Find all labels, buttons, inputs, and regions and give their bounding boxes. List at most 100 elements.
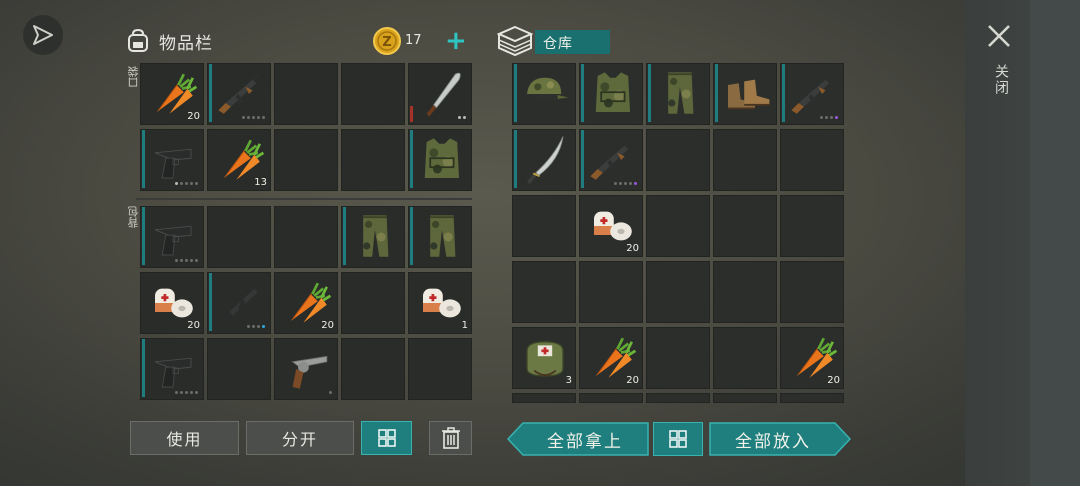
empty-slot[interactable] [274,129,338,191]
item-slot[interactable] [207,272,271,334]
item-slot[interactable] [579,129,643,191]
upgrade-dots [175,182,198,185]
send-icon [33,25,53,45]
empty-slot[interactable] [780,393,844,403]
delete-button[interactable] [429,421,472,455]
inventory-header: 物品栏 [125,28,213,54]
item-quantity: 20 [827,375,840,386]
medkit-bag-icon [526,341,564,377]
empty-slot[interactable] [207,206,271,268]
pistol-icon [154,225,192,256]
empty-slot[interactable] [579,261,643,323]
empty-slot[interactable] [713,195,777,257]
upgrade-dots [614,182,637,185]
item-slot[interactable]: 20 [579,195,643,257]
backpack-icon [128,28,148,52]
item-slot[interactable] [207,63,271,125]
empty-slot[interactable] [780,129,844,191]
empty-slot[interactable] [341,129,405,191]
split-button[interactable]: 分开 [246,421,354,455]
assault-rifle-icon [791,71,836,114]
pistol-icon [154,357,192,388]
sort-warehouse-button[interactable] [653,422,703,456]
camo-pants-icon [363,215,389,257]
item-slot[interactable] [579,63,643,125]
side-panel-edge [1030,0,1080,486]
item-slot[interactable]: 20 [579,327,643,389]
camo-vest-icon [595,72,630,112]
rifle-icon [220,280,263,323]
empty-slot[interactable] [713,327,777,389]
item-slot[interactable] [713,63,777,125]
empty-slot[interactable] [341,338,405,400]
item-slot[interactable] [341,206,405,268]
camo-vest-icon [424,138,459,178]
empty-slot[interactable] [274,63,338,125]
empty-slot[interactable] [646,393,710,403]
item-slot[interactable] [408,63,472,125]
item-slot[interactable]: 20 [780,327,844,389]
empty-slot[interactable] [713,129,777,191]
empty-slot[interactable] [408,338,472,400]
item-slot[interactable] [140,338,204,400]
item-slot[interactable]: 3 [512,327,576,389]
boots-icon [728,79,770,110]
item-slot[interactable] [140,206,204,268]
take-all-button[interactable] [507,422,649,456]
upgrade-dots [247,325,265,328]
empty-slot[interactable] [780,195,844,257]
item-slot[interactable] [780,63,844,125]
trash-icon [441,427,460,449]
item-slot[interactable] [512,63,576,125]
empty-slot[interactable] [512,261,576,323]
empty-slot[interactable] [646,129,710,191]
empty-slot[interactable] [780,261,844,323]
upgrade-dots [175,391,198,394]
warehouse-title: 仓库 [535,30,610,54]
item-slot[interactable] [408,129,472,191]
camo-pants-icon [668,72,694,114]
send-button[interactable] [23,15,63,55]
coin-icon: Z [373,27,401,55]
item-slot[interactable]: 20 [274,272,338,334]
item-slot[interactable] [274,338,338,400]
coin-count: 17 [405,33,422,48]
empty-slot[interactable] [646,327,710,389]
inventory-title: 物品栏 [159,33,213,54]
sort-inventory-button[interactable] [361,421,412,455]
item-slot[interactable] [408,206,472,268]
empty-slot[interactable] [713,393,777,403]
empty-slot[interactable] [713,261,777,323]
revolver-icon [291,355,328,389]
empty-slot[interactable] [512,195,576,257]
use-button[interactable]: 使用 [130,421,239,455]
camo-pants-icon [430,215,456,257]
item-slot[interactable]: 20 [140,63,204,125]
empty-slot[interactable] [341,63,405,125]
item-slot[interactable] [646,63,710,125]
empty-slot[interactable] [512,393,576,403]
item-slot[interactable]: 1 [408,272,472,334]
item-slot[interactable]: 13 [207,129,271,191]
empty-slot[interactable] [579,393,643,403]
machete-icon [426,72,461,117]
empty-slot[interactable] [646,261,710,323]
item-slot[interactable] [140,129,204,191]
upgrade-dots [175,259,198,262]
item-quantity: 20 [626,243,639,254]
camo-cap-icon [527,77,569,100]
bandage-icon [423,288,461,318]
close-label[interactable]: 关闭 [991,64,1011,96]
put-all-button[interactable] [709,422,851,456]
empty-slot[interactable] [274,206,338,268]
warehouse-icon [497,25,533,57]
empty-slot[interactable] [207,338,271,400]
close-icon[interactable] [985,22,1013,50]
assault-rifle-icon [590,137,635,180]
item-slot[interactable]: 20 [140,272,204,334]
add-coins-button[interactable]: + [445,28,467,54]
grid-sort-icon [377,429,396,447]
empty-slot[interactable] [646,195,710,257]
item-slot[interactable] [512,129,576,191]
empty-slot[interactable] [341,272,405,334]
